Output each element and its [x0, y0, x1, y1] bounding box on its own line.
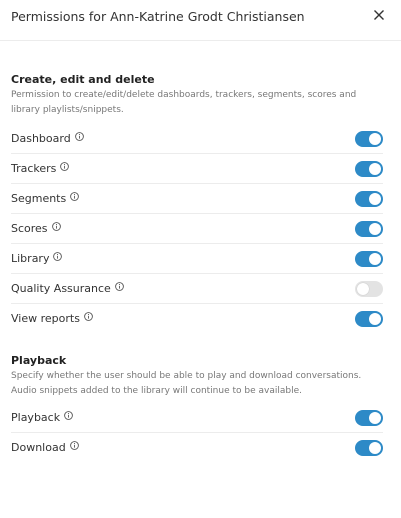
- permission-row-view-reports: View reports: [11, 304, 383, 334]
- section-create-edit-delete: Create, edit and delete Permission to cr…: [11, 72, 383, 334]
- permission-label: Playback: [11, 411, 61, 424]
- permission-label: Quality Assurance: [11, 282, 111, 295]
- close-button[interactable]: [372, 7, 386, 23]
- library-toggle[interactable]: [355, 251, 383, 267]
- permission-row-dashboard: Dashboard: [11, 124, 383, 154]
- info-icon[interactable]: [69, 441, 79, 450]
- download-toggle[interactable]: [355, 440, 383, 456]
- permission-row-quality-assurance: Quality Assurance: [11, 274, 383, 304]
- dashboard-toggle[interactable]: [355, 131, 383, 147]
- permission-row-scores: Scores: [11, 214, 383, 244]
- permission-label: Segments: [11, 192, 67, 205]
- permission-list: Playback Download: [11, 403, 383, 463]
- permission-label: Trackers: [11, 162, 57, 175]
- close-icon: [374, 10, 384, 20]
- trackers-toggle[interactable]: [355, 161, 383, 177]
- permission-label: Scores: [11, 222, 48, 235]
- section-description: Permission to create/edit/delete dashboa…: [11, 90, 357, 115]
- dialog-title: Permissions for Ann-Katrine Grodt Christ…: [11, 9, 305, 24]
- permission-row-segments: Segments: [11, 184, 383, 214]
- scores-toggle[interactable]: [355, 221, 383, 237]
- info-icon[interactable]: [53, 252, 63, 261]
- info-icon[interactable]: [114, 282, 124, 291]
- info-icon[interactable]: [74, 132, 84, 141]
- permission-label: Library: [11, 252, 50, 265]
- permission-label: Download: [11, 441, 66, 454]
- section-title: Playback: [11, 354, 67, 367]
- info-icon[interactable]: [64, 411, 73, 420]
- segments-toggle[interactable]: [355, 191, 383, 207]
- view-reports-toggle[interactable]: [355, 311, 383, 327]
- section-description: Specify whether the user should be able …: [11, 371, 362, 396]
- playback-toggle[interactable]: [355, 410, 383, 426]
- permission-label: View reports: [11, 312, 80, 325]
- dialog-header: Permissions for Ann-Katrine Grodt Christ…: [0, 0, 401, 41]
- info-icon[interactable]: [51, 222, 61, 231]
- section-title: Create, edit and delete: [11, 73, 155, 86]
- permission-label: Dashboard: [11, 132, 71, 145]
- info-icon[interactable]: [84, 312, 93, 321]
- quality-assurance-toggle[interactable]: [355, 281, 383, 297]
- permission-list: Dashboard Trackers Segments Scores Libra…: [11, 124, 383, 334]
- permission-row-download: Download: [11, 433, 383, 463]
- info-icon[interactable]: [70, 192, 80, 201]
- permission-row-playback: Playback: [11, 403, 383, 433]
- info-icon[interactable]: [60, 162, 70, 171]
- permission-row-library: Library: [11, 244, 383, 274]
- section-playback: Playback Specify whether the user should…: [11, 353, 383, 463]
- permission-row-trackers: Trackers: [11, 154, 383, 184]
